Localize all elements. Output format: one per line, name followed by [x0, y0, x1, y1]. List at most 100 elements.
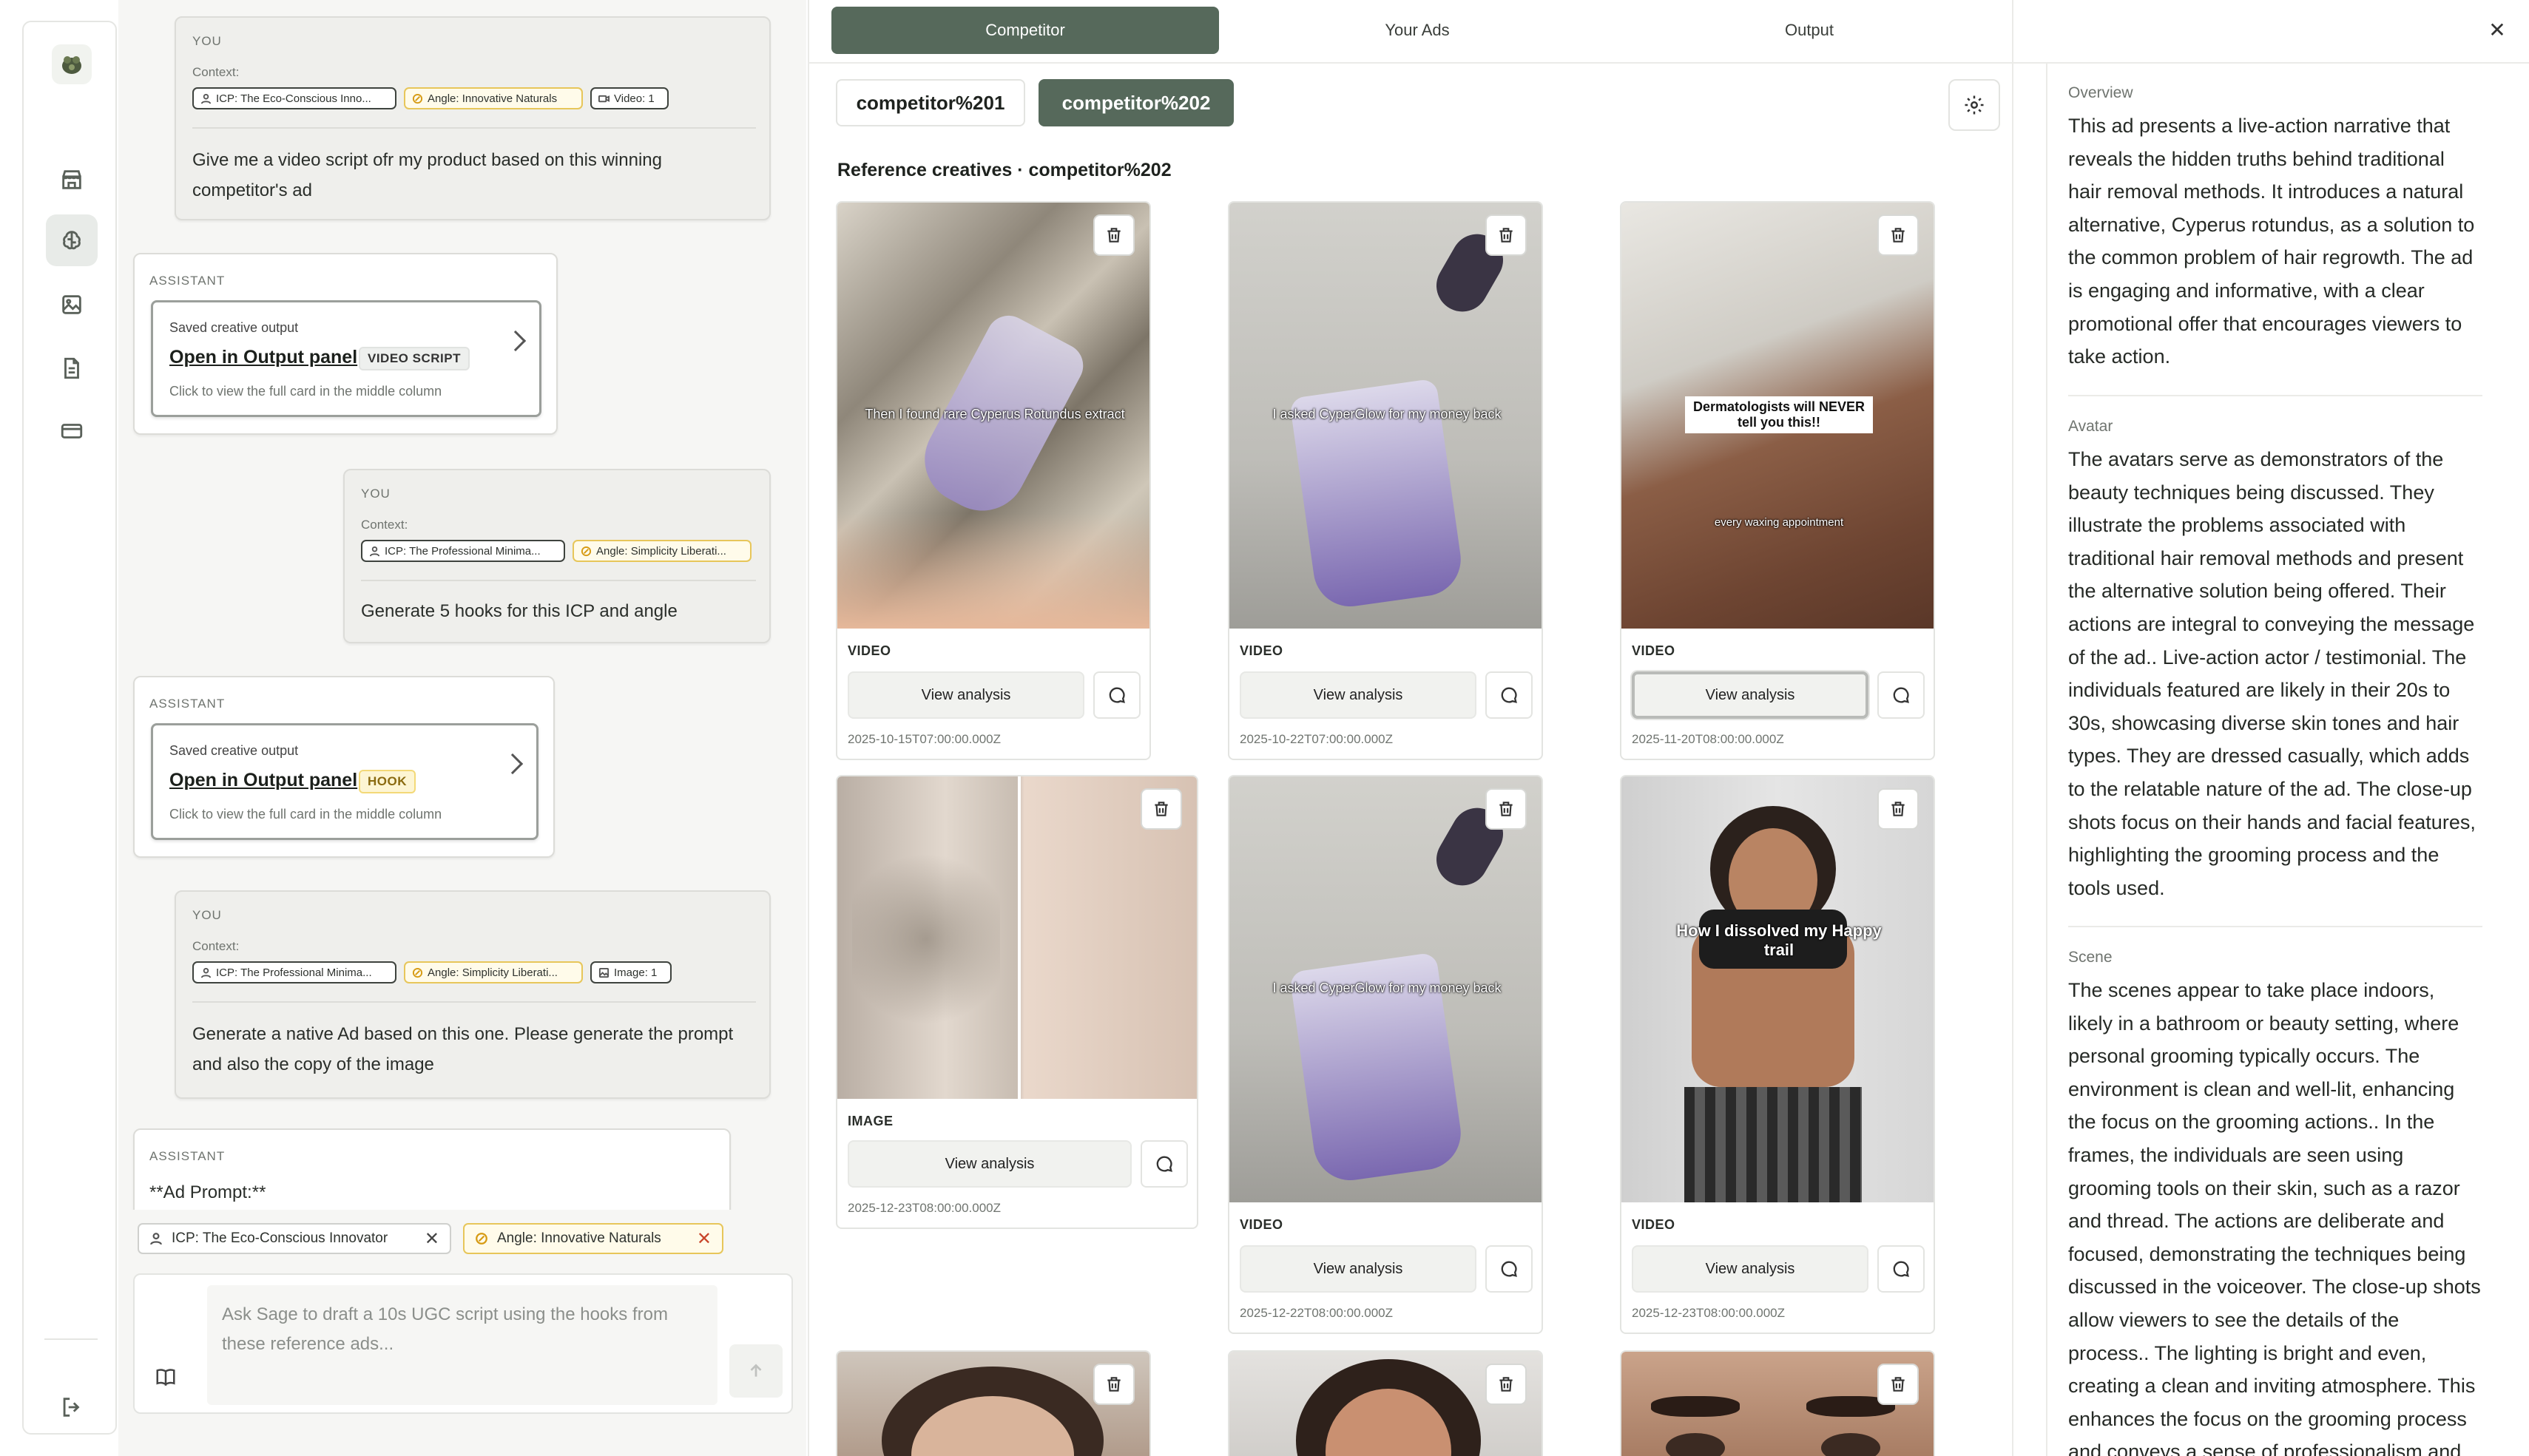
delete-button[interactable] — [1093, 1364, 1135, 1405]
comment-button[interactable] — [1877, 1245, 1925, 1293]
view-analysis-button[interactable]: View analysis — [848, 1140, 1132, 1188]
store-nav-button[interactable] — [46, 154, 98, 206]
delete-button[interactable] — [1877, 1364, 1919, 1405]
card-nav-button[interactable] — [46, 405, 98, 457]
chip-label: Image: 1 — [614, 966, 658, 979]
delete-button[interactable] — [1485, 1364, 1527, 1405]
section-divider — [2068, 395, 2482, 396]
angle-chip[interactable]: Angle: Simplicity Liberati... — [404, 961, 583, 983]
view-analysis-button[interactable]: View analysis — [848, 671, 1084, 719]
trash-icon — [1499, 1377, 1513, 1392]
icp-chip[interactable]: ICP: The Eco-Conscious Inno... — [192, 87, 396, 109]
section-label-scene: Scene — [2068, 949, 2113, 966]
delete-button[interactable] — [1093, 214, 1135, 256]
tab-competitor[interactable]: Competitor — [831, 7, 1219, 54]
video-chip[interactable]: Video: 1 — [590, 87, 669, 109]
creative-type: VIDEO — [848, 643, 891, 658]
trash-icon — [1891, 1377, 1905, 1392]
remove-chip-icon[interactable]: ✕ — [697, 1228, 712, 1250]
chip-label: Video: 1 — [614, 92, 655, 105]
creative-type: VIDEO — [1240, 643, 1283, 658]
tab-competitor-201[interactable]: competitor%201 — [836, 79, 1025, 126]
icp-chip[interactable]: ICP: The Professional Minima... — [361, 540, 565, 562]
tab-output[interactable]: Output — [1615, 7, 2003, 54]
video-caption: I asked CyperGlow for my money back — [1272, 981, 1502, 995]
saved-hint: Click to view the full card in the middl… — [169, 384, 442, 399]
sage-logo[interactable] — [52, 44, 92, 84]
chip-label: Angle: Innovative Naturals — [428, 92, 558, 105]
send-button[interactable] — [729, 1344, 783, 1398]
user-icon — [200, 93, 212, 104]
chip-label: ICP: The Eco-Conscious Innovator — [172, 1230, 388, 1246]
message-text: Generate 5 hooks for this ICP and angle — [361, 601, 678, 621]
tab-your-ads[interactable]: Your Ads — [1223, 7, 1611, 54]
creative-date: 2025-12-23T08:00:00.000Z — [848, 1201, 1001, 1215]
view-analysis-button[interactable]: View analysis — [1632, 1245, 1868, 1293]
role-label: YOU — [192, 908, 222, 922]
delete-button[interactable] — [1485, 214, 1527, 256]
delete-button[interactable] — [1877, 788, 1919, 830]
view-analysis-button[interactable]: View analysis — [1240, 671, 1476, 719]
image-nav-button[interactable] — [46, 279, 98, 331]
video-caption: How I dissolved my Happy trail — [1676, 921, 1882, 959]
settings-button[interactable] — [1948, 79, 2000, 131]
video-caption: I asked CyperGlow for my money back — [1272, 407, 1502, 421]
trash-icon — [1891, 802, 1905, 816]
creative-card — [1620, 1350, 1935, 1456]
open-output-link[interactable]: Open in Output panel — [169, 347, 357, 368]
creative-date: 2025-11-20T08:00:00.000Z — [1632, 732, 1784, 746]
icp-chip[interactable]: ICP: The Professional Minima... — [192, 961, 396, 983]
image-chip[interactable]: Image: 1 — [590, 961, 672, 983]
creative-type: VIDEO — [1240, 1217, 1283, 1232]
logout-icon — [63, 1398, 80, 1417]
active-angle-chip[interactable]: Angle: Innovative Naturals ✕ — [463, 1223, 723, 1254]
angle-icon — [412, 967, 423, 978]
creative-thumbnail[interactable]: I asked CyperGlow for my money back — [1229, 776, 1542, 1202]
chat-input[interactable]: Ask Sage to draft a 10s UGC script using… — [207, 1285, 717, 1405]
view-analysis-button[interactable]: View analysis — [1240, 1245, 1476, 1293]
delete-button[interactable] — [1877, 214, 1919, 256]
comment-icon — [1893, 687, 1909, 703]
creative-thumbnail[interactable]: Then I found rare Cyperus Rotundus extra… — [837, 203, 1149, 629]
angle-chip[interactable]: Angle: Simplicity Liberati... — [573, 540, 752, 562]
tabs-divider — [809, 62, 2012, 64]
saved-output-card[interactable]: Saved creative output Open in Output pan… — [151, 300, 541, 417]
remove-chip-icon[interactable]: ✕ — [425, 1228, 439, 1250]
logout-button[interactable] — [46, 1381, 98, 1433]
hook-tag: HOOK — [359, 770, 416, 793]
saved-title: Saved creative output — [169, 320, 299, 335]
angle-chip[interactable]: Angle: Innovative Naturals — [404, 87, 583, 109]
view-analysis-button[interactable]: View analysis — [1632, 671, 1868, 719]
trash-icon — [1499, 228, 1513, 243]
comment-icon — [1156, 1156, 1172, 1172]
video-subcaption: every waxing appointment — [1714, 516, 1844, 529]
scene-text: The scenes appear to take place indoors,… — [2068, 979, 2481, 1456]
brain-nav-button[interactable] — [46, 214, 98, 266]
delete-button[interactable] — [1141, 788, 1182, 830]
creative-thumbnail[interactable]: How I dissolved my Happy trail — [1621, 776, 1934, 1202]
document-nav-button[interactable] — [46, 342, 98, 394]
card-icon — [61, 424, 83, 439]
user-message: YOU Context: ICP: The Professional Minim… — [175, 890, 771, 1099]
comment-button[interactable] — [1141, 1140, 1188, 1188]
analysis-panel: ✕ Overview This ad presents a live-actio… — [2012, 0, 2529, 1456]
comment-button[interactable] — [1485, 671, 1533, 719]
comment-button[interactable] — [1877, 671, 1925, 719]
creative-card: I asked CyperGlow for my money back VIDE… — [1228, 201, 1543, 760]
user-message: YOU Context: ICP: The Professional Minim… — [343, 469, 771, 643]
trash-icon — [1891, 228, 1905, 243]
creative-thumbnail[interactable]: Dermatologists will NEVER tell you this!… — [1621, 203, 1934, 629]
active-icp-chip[interactable]: ICP: The Eco-Conscious Innovator ✕ — [138, 1223, 451, 1254]
saved-output-card[interactable]: Saved creative output Open in Output pan… — [151, 723, 538, 840]
creative-thumbnail[interactable]: I asked CyperGlow for my money back — [1229, 203, 1542, 629]
close-icon[interactable]: ✕ — [2482, 15, 2512, 44]
tab-competitor-202[interactable]: competitor%202 — [1039, 79, 1234, 126]
trash-icon — [1107, 228, 1121, 243]
open-output-link[interactable]: Open in Output panel — [169, 770, 357, 791]
overview-text: This ad presents a live-action narrative… — [2068, 115, 2475, 368]
delete-button[interactable] — [1485, 788, 1527, 830]
comment-button[interactable] — [1485, 1245, 1533, 1293]
split-divider — [1018, 776, 1021, 1099]
prompt-library-button[interactable] — [151, 1362, 180, 1392]
comment-button[interactable] — [1093, 671, 1141, 719]
